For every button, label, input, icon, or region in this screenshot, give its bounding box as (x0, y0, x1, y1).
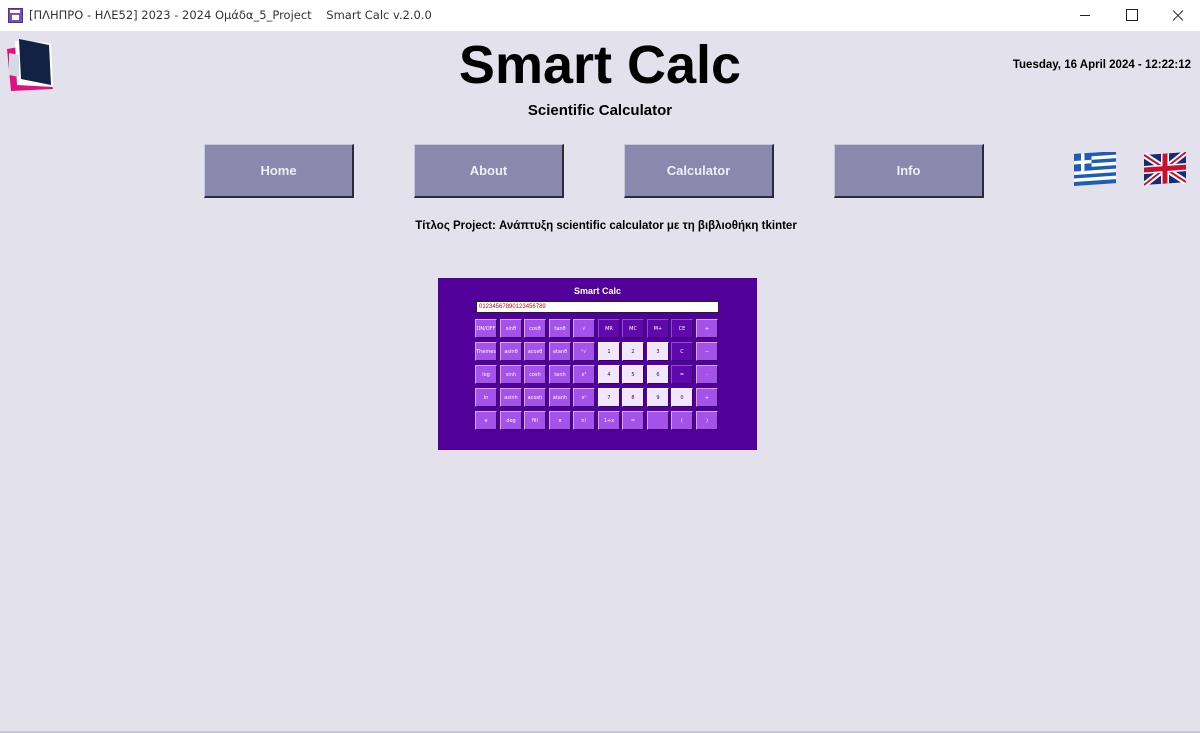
calc-key[interactable]: log (475, 365, 497, 384)
calc-key[interactable]: 8 (622, 388, 644, 407)
calc-key[interactable]: 0 (671, 388, 693, 407)
calc-key[interactable]: Themes (475, 342, 497, 361)
calc-key[interactable]: C (671, 342, 693, 361)
calc-key[interactable]: acosθ (524, 342, 546, 361)
info-button[interactable]: Info (834, 144, 984, 198)
calc-key[interactable]: ) (696, 411, 718, 430)
calc-key[interactable]: + (696, 388, 718, 407)
calc-key[interactable]: x² (573, 365, 595, 384)
calc-key[interactable]: 6 (647, 365, 669, 384)
calc-key[interactable]: atanθ (549, 342, 571, 361)
home-button[interactable]: Home (204, 144, 354, 198)
calc-key[interactable]: 5 (622, 365, 644, 384)
calc-key[interactable]: 4 (598, 365, 620, 384)
uk-flag-icon[interactable] (1144, 152, 1186, 188)
calc-key[interactable]: = (671, 365, 693, 384)
calc-key[interactable]: atanh (549, 388, 571, 407)
calc-key[interactable]: e (475, 411, 497, 430)
calc-key[interactable]: cosθ (524, 319, 546, 338)
calc-key[interactable]: 7 (598, 388, 620, 407)
calc-key[interactable]: sinh (500, 365, 522, 384)
window-titlebar: [ΠΛΗΠΡΟ - ΗΛΕ52] 2023 - 2024 Ομάδα_5_Pro… (0, 0, 1200, 31)
datetime-label: Tuesday, 16 April 2024 - 12:22:12 (1012, 59, 1191, 71)
calculator-button[interactable]: Calculator (624, 144, 774, 198)
calculator-display[interactable]: 01234567890123456789 (476, 301, 719, 313)
calc-key[interactable]: CE (671, 319, 693, 338)
calc-key[interactable]: 3 (647, 342, 669, 361)
calc-key[interactable]: asinh (500, 388, 522, 407)
calc-key[interactable]: + (696, 319, 718, 338)
greek-flag-icon[interactable] (1074, 152, 1116, 188)
calc-key[interactable]: MC (622, 319, 644, 338)
calc-key[interactable]: acosh (524, 388, 546, 407)
about-button[interactable]: About (414, 144, 564, 198)
calc-key[interactable]: xⁿ (573, 388, 595, 407)
calc-key[interactable]: sinθ (500, 319, 522, 338)
calc-key[interactable]: √ (573, 319, 595, 338)
calc-key[interactable]: deg (500, 411, 522, 430)
calc-key[interactable]: = (622, 411, 644, 430)
calc-key[interactable]: M+ (647, 319, 669, 338)
calc-key[interactable]: MR (598, 319, 620, 338)
calc-key[interactable]: ⁿ√ (573, 342, 595, 361)
close-button[interactable] (1154, 0, 1200, 31)
calc-key[interactable]: 1 (598, 342, 620, 361)
calc-key[interactable]: asinθ (500, 342, 522, 361)
calc-key[interactable]: ( (671, 411, 693, 430)
calc-key[interactable]: π (549, 411, 571, 430)
project-title: Τίτλος Project: Ανάπτυξη scientific calc… (415, 220, 797, 232)
calc-key[interactable]: tanh (549, 365, 571, 384)
calc-key[interactable]: 1+x (598, 411, 620, 430)
calc-key[interactable]: ln (475, 388, 497, 407)
calc-key[interactable]: tanθ (549, 319, 571, 338)
app-subtitle: Scientific Calculator (527, 102, 673, 119)
app-icon (8, 8, 23, 23)
calculator-title: Smart Calc (573, 286, 622, 296)
calc-key[interactable]: ON/OFF (475, 319, 497, 338)
calc-key[interactable]: 2 (622, 342, 644, 361)
calc-key[interactable]: · (696, 365, 718, 384)
calc-key[interactable]: n! (573, 411, 595, 430)
calc-key[interactable]: cosh (524, 365, 546, 384)
calc-key[interactable]: 9 (647, 388, 669, 407)
calculator-panel: Smart Calc 01234567890123456789 ON/OFF si… (438, 278, 757, 450)
maximize-button[interactable] (1108, 0, 1154, 31)
window-title: [ΠΛΗΠΡΟ - ΗΛΕ52] 2023 - 2024 Ομάδα_5_Pro… (29, 8, 432, 22)
calc-key[interactable]: − (696, 342, 718, 361)
minimize-button[interactable] (1062, 0, 1108, 31)
blank-key[interactable] (647, 411, 669, 430)
calc-key[interactable]: fill (524, 411, 546, 430)
